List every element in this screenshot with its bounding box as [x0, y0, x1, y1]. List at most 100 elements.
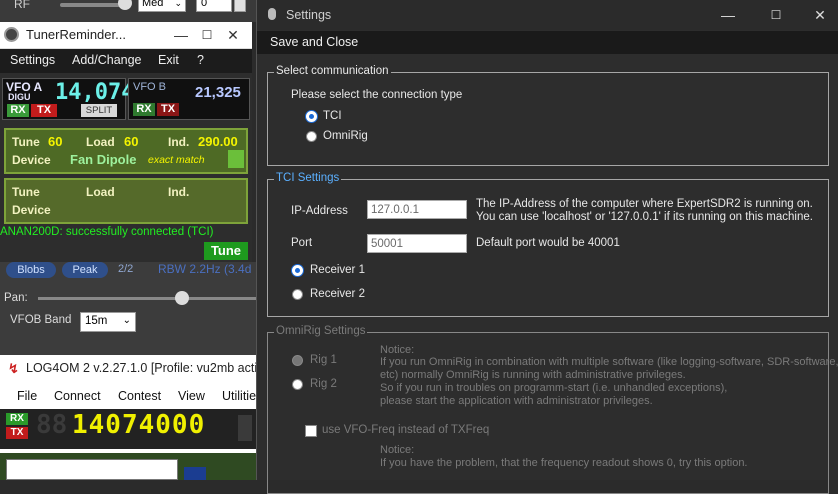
rf-label: RF [14, 0, 30, 11]
tune-label: Tune [12, 135, 40, 149]
notice-line-4: please start the application with admini… [380, 395, 653, 407]
load-label-2: Load [86, 185, 115, 199]
device-label-2: Device [12, 203, 51, 217]
maximize-icon[interactable]: ☐ [196, 24, 218, 46]
menu-settings[interactable]: Settings [10, 53, 55, 67]
minimize-icon[interactable]: — [170, 24, 192, 46]
sdr-controls-panel: Blobs Peak 2/2 RBW 2.2Hz (3.4d Pan: VFOB… [0, 262, 256, 355]
log4om-icon: ↯ [8, 361, 19, 376]
maximize-icon[interactable]: ☐ [753, 0, 799, 30]
settings-title: Settings [286, 8, 332, 22]
blobs-button[interactable]: Blobs [6, 262, 56, 278]
log-menu-contest[interactable]: Contest [118, 389, 161, 403]
rf-slider-knob[interactable] [118, 0, 132, 10]
ind-label-2: Ind. [168, 185, 190, 199]
log4om-window: ↯ LOG4OM 2 v.2.27.1.0 [Profile: vu2mb ac… [0, 355, 270, 480]
vfob-band-label: VFOB Band [10, 314, 72, 326]
tuner-titlebar: TunerReminder... — ☐ ✕ [0, 22, 252, 49]
device-label: Device [12, 153, 51, 167]
ind-value: 290.00 [198, 134, 238, 149]
vfo-a-rx-indicator: RX [7, 104, 29, 117]
vfo-b-display: VFO B 21,325 RX TX [128, 78, 250, 120]
radio-omnirig[interactable] [306, 131, 317, 142]
receiver-1-label: Receiver 1 [310, 264, 365, 276]
vfo-b-label: VFO B [133, 81, 167, 93]
ip-help-line-1: The IP-Address of the computer where Exp… [476, 198, 813, 210]
rig-1-label: Rig 1 [310, 354, 337, 366]
vfo-b-frequency: 21,325 [195, 84, 241, 101]
log-frequency-dim-digits: 88 [36, 410, 68, 440]
page-indicator: 2/2 [118, 263, 134, 275]
notice-line-2: etc) normally OmniRig is running with ad… [380, 369, 686, 381]
mode-select[interactable]: Med ⌄ [138, 0, 186, 12]
menu-help[interactable]: ? [197, 53, 204, 67]
tune-label-2: Tune [12, 185, 40, 199]
log-rx-indicator: RX [6, 413, 28, 425]
tuner-match-panel: Tune 60 Load 60 Ind. 290.00 Device Fan D… [4, 128, 248, 174]
notice-line-1: If you run OmniRig in combination with m… [380, 356, 838, 368]
mode-select-value: Med [142, 0, 164, 9]
minimize-icon[interactable]: — [705, 0, 751, 30]
pan-label: Pan: [4, 292, 28, 304]
log-frequency: 14074000 [72, 410, 206, 440]
port-input[interactable] [367, 234, 467, 253]
notice2-line: If you have the problem, that the freque… [380, 457, 748, 469]
tuner-reminder-window: TunerReminder... — ☐ ✕ Settings Add/Chan… [0, 22, 252, 262]
chevron-down-icon: ⌄ [174, 0, 182, 8]
number-spinner[interactable] [234, 0, 246, 12]
radio-receiver-1[interactable] [292, 265, 303, 276]
vfo-b-rx-indicator: RX [133, 103, 155, 116]
peak-button[interactable]: Peak [62, 262, 108, 278]
match-indicator [228, 150, 244, 168]
radio-rig-1[interactable] [292, 355, 303, 366]
callsign-input[interactable] [6, 459, 178, 480]
tune-button[interactable]: Tune [204, 242, 248, 260]
ip-address-input[interactable] [367, 200, 467, 219]
split-indicator: SPLIT [81, 104, 117, 117]
vfo-b-tx-indicator: TX [157, 103, 179, 116]
radio-receiver-2[interactable] [292, 289, 303, 300]
select-communication-group: Select communication Please select the c… [267, 65, 829, 166]
menu-add-change[interactable]: Add/Change [72, 53, 142, 67]
settings-titlebar: Settings — ☐ ✕ [257, 0, 838, 30]
log-lower-panel [0, 453, 256, 480]
number-field-value: 0 [201, 0, 208, 9]
chevron-down-icon: ⌄ [122, 315, 131, 326]
radio-tci[interactable] [306, 111, 317, 122]
log-frequency-bar: RX TX 88 14074000 [0, 409, 256, 449]
radio-tci-label: TCI [323, 110, 342, 122]
close-icon[interactable]: ✕ [222, 24, 244, 46]
port-help: Default port would be 40001 [476, 237, 620, 249]
settings-menubar: Save and Close [257, 31, 838, 54]
tune-value: 60 [48, 134, 63, 149]
match-status: exact match [148, 154, 205, 166]
log-tx-indicator: TX [6, 427, 28, 439]
radio-omnirig-label: OmniRig [323, 130, 368, 142]
log-menu-connect[interactable]: Connect [54, 389, 101, 403]
close-icon[interactable]: ✕ [797, 0, 838, 30]
log-menu-file[interactable]: File [17, 389, 37, 403]
vfob-band-select[interactable]: 15m ⌄ [80, 312, 136, 332]
omnirig-settings-group: OmniRig Settings Rig 1 Rig 2 Notice: If … [267, 325, 838, 494]
number-field[interactable]: 0 [196, 0, 232, 12]
tci-settings-group: TCI Settings IP-Address The IP-Address o… [267, 172, 829, 317]
ip-address-label: IP-Address [291, 205, 348, 217]
vfo-a-frequency: 14,074 [55, 80, 135, 105]
menu-exit[interactable]: Exit [158, 53, 179, 67]
vfo-freq-checkbox-label: use VFO-Freq instead of TXFreq [322, 424, 490, 436]
notice2-title: Notice: [380, 444, 415, 456]
vfo-a-display: VFO A DIGU 14,074 RX TX SPLIT [2, 78, 134, 120]
log-frequency-scroll [238, 415, 252, 441]
app-drop-icon [268, 8, 276, 20]
save-and-close-button[interactable]: Save and Close [270, 35, 358, 49]
log-menu-view[interactable]: View [178, 389, 205, 403]
load-value: 60 [124, 134, 139, 149]
pan-slider[interactable] [38, 297, 256, 300]
notice-title: Notice: [380, 344, 415, 356]
port-label: Port [291, 237, 313, 249]
vfo-freq-checkbox[interactable] [305, 425, 317, 437]
pan-slider-knob[interactable] [175, 291, 189, 305]
log-menu-utilities[interactable]: Utilitie [222, 389, 256, 403]
load-label: Load [86, 135, 115, 149]
radio-rig-2[interactable] [292, 379, 303, 390]
